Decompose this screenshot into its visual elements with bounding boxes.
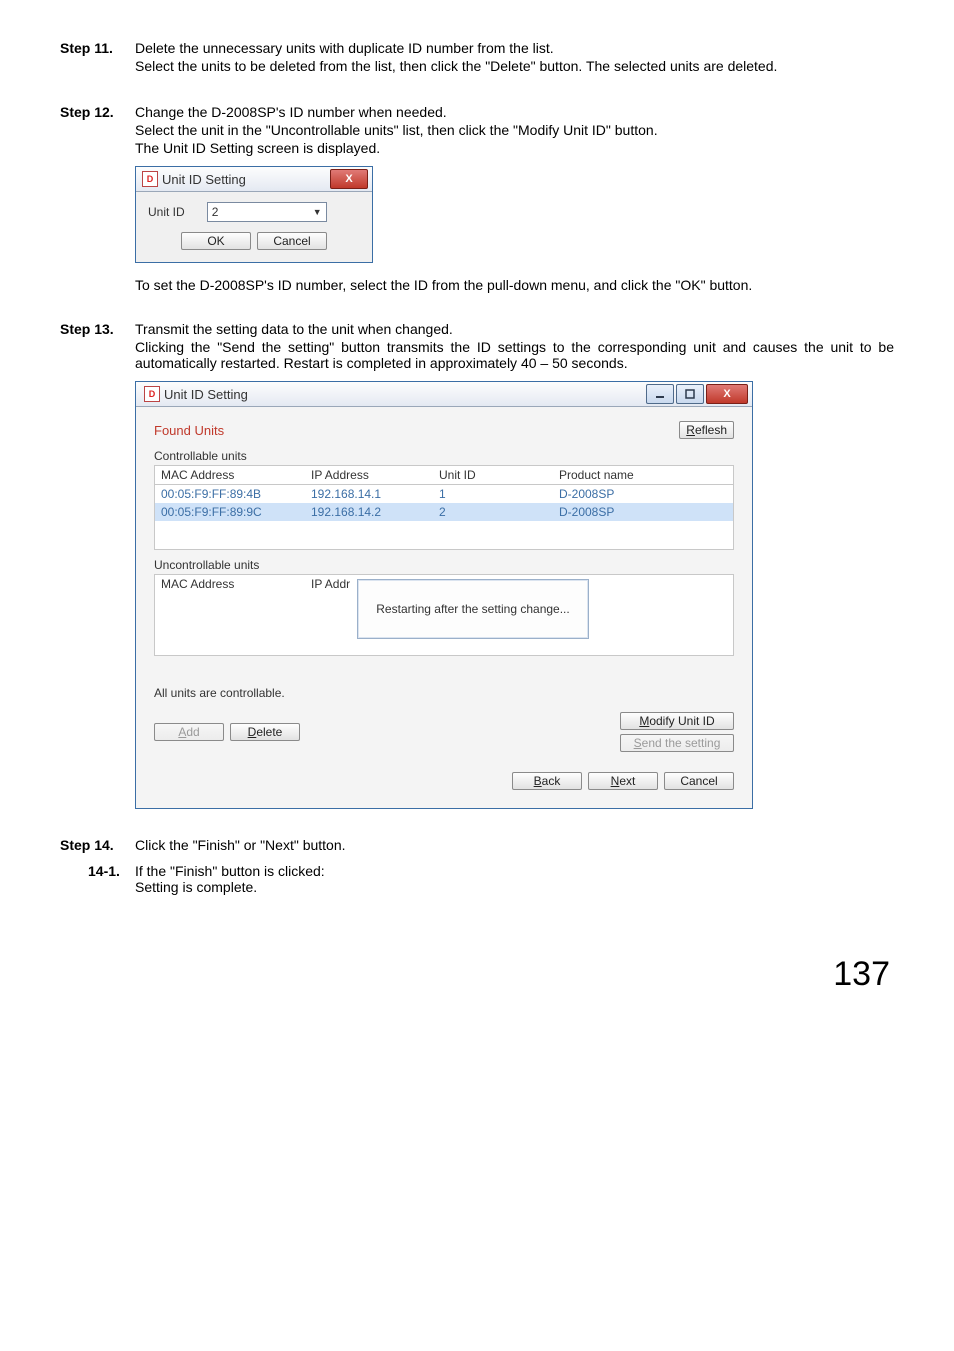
step13-label: Step 13. bbox=[60, 321, 135, 373]
step14-1-label: 14-1. bbox=[88, 863, 135, 895]
delete-button[interactable]: Delete bbox=[230, 723, 300, 741]
uc-mac-header: MAC Address bbox=[161, 577, 311, 591]
step14-text-1: Click the "Finish" or "Next" button. bbox=[135, 837, 894, 853]
col-prod-header: Product name bbox=[559, 468, 727, 482]
step13-text-1: Transmit the setting data to the unit wh… bbox=[135, 321, 894, 337]
controllable-units-label: Controllable units bbox=[154, 449, 734, 463]
maximize-icon[interactable] bbox=[676, 384, 704, 404]
table-row[interactable]: 00:05:F9:FF:89:9C 192.168.14.2 2 D-2008S… bbox=[155, 503, 733, 521]
send-setting-button: Send the setting bbox=[620, 734, 734, 752]
controllable-header: MAC Address IP Address Unit ID Product n… bbox=[154, 465, 734, 485]
row1-prod: D-2008SP bbox=[559, 487, 727, 501]
col-ip-header: IP Address bbox=[311, 468, 439, 482]
step14-label: Step 14. bbox=[60, 837, 135, 855]
dialog-title: Unit ID Setting bbox=[164, 387, 248, 402]
col-mac-header: MAC Address bbox=[161, 468, 311, 482]
step14-1-text-1: If the "Finish" button is clicked: bbox=[135, 863, 325, 879]
table-row[interactable]: 00:05:F9:FF:89:4B 192.168.14.1 1 D-2008S… bbox=[155, 485, 733, 503]
step12-note: To set the D-2008SP's ID number, select … bbox=[135, 277, 894, 293]
unit-id-combo[interactable]: 2 ▼ bbox=[207, 202, 327, 222]
uncontrollable-box: MAC Address IP Addr ame Restarting after… bbox=[154, 574, 734, 656]
back-button[interactable]: Back bbox=[512, 772, 582, 790]
page-number: 137 bbox=[60, 955, 890, 994]
app-icon: D bbox=[142, 171, 158, 187]
step11-text-1: Delete the unnecessary units with duplic… bbox=[135, 40, 894, 56]
unit-id-setting-dialog-small: D Unit ID Setting X Unit ID 2 ▼ OK Cance… bbox=[135, 166, 373, 263]
uncontrollable-units-label: Uncontrollable units bbox=[154, 558, 734, 572]
row2-id: 2 bbox=[439, 505, 559, 519]
add-button: Add bbox=[154, 723, 224, 741]
step12-label: Step 12. bbox=[60, 104, 135, 158]
modify-unit-id-button[interactable]: Modify Unit ID bbox=[620, 712, 734, 730]
unit-id-label: Unit ID bbox=[148, 205, 185, 219]
step12-text-1: Change the D-2008SP's ID number when nee… bbox=[135, 104, 894, 120]
step11-text-2: Select the units to be deleted from the … bbox=[135, 58, 894, 74]
step12-text-2: Select the unit in the "Uncontrollable u… bbox=[135, 122, 894, 138]
row1-ip: 192.168.14.1 bbox=[311, 487, 439, 501]
step13-text-2: Clicking the "Send the setting" button t… bbox=[135, 339, 894, 371]
chevron-down-icon: ▼ bbox=[313, 207, 322, 217]
minimize-icon[interactable] bbox=[646, 384, 674, 404]
cancel-button[interactable]: Cancel bbox=[664, 772, 734, 790]
row2-prod: D-2008SP bbox=[559, 505, 727, 519]
dialog-title: Unit ID Setting bbox=[162, 172, 246, 187]
row2-ip: 192.168.14.2 bbox=[311, 505, 439, 519]
cancel-button[interactable]: Cancel bbox=[257, 232, 327, 250]
ok-button[interactable]: OK bbox=[181, 232, 251, 250]
row2-mac: 00:05:F9:FF:89:9C bbox=[161, 505, 311, 519]
step11-label: Step 11. bbox=[60, 40, 135, 76]
close-icon[interactable]: X bbox=[330, 169, 368, 189]
close-icon[interactable]: X bbox=[706, 384, 748, 404]
status-line: All units are controllable. bbox=[154, 686, 734, 700]
unit-id-setting-dialog-large: D Unit ID Setting X Found Units Reflesh bbox=[135, 381, 753, 809]
found-units-label: Found Units bbox=[154, 423, 224, 438]
step12-text-3: The Unit ID Setting screen is displayed. bbox=[135, 140, 894, 156]
next-button[interactable]: Next bbox=[588, 772, 658, 790]
row1-id: 1 bbox=[439, 487, 559, 501]
restarting-popup: Restarting after the setting change... bbox=[357, 579, 589, 639]
reflesh-button[interactable]: Reflesh bbox=[679, 421, 734, 439]
row1-mac: 00:05:F9:FF:89:4B bbox=[161, 487, 311, 501]
col-id-header: Unit ID bbox=[439, 468, 559, 482]
unit-id-value: 2 bbox=[212, 205, 219, 219]
step14-1-text-2: Setting is complete. bbox=[135, 879, 325, 895]
app-icon: D bbox=[144, 386, 160, 402]
